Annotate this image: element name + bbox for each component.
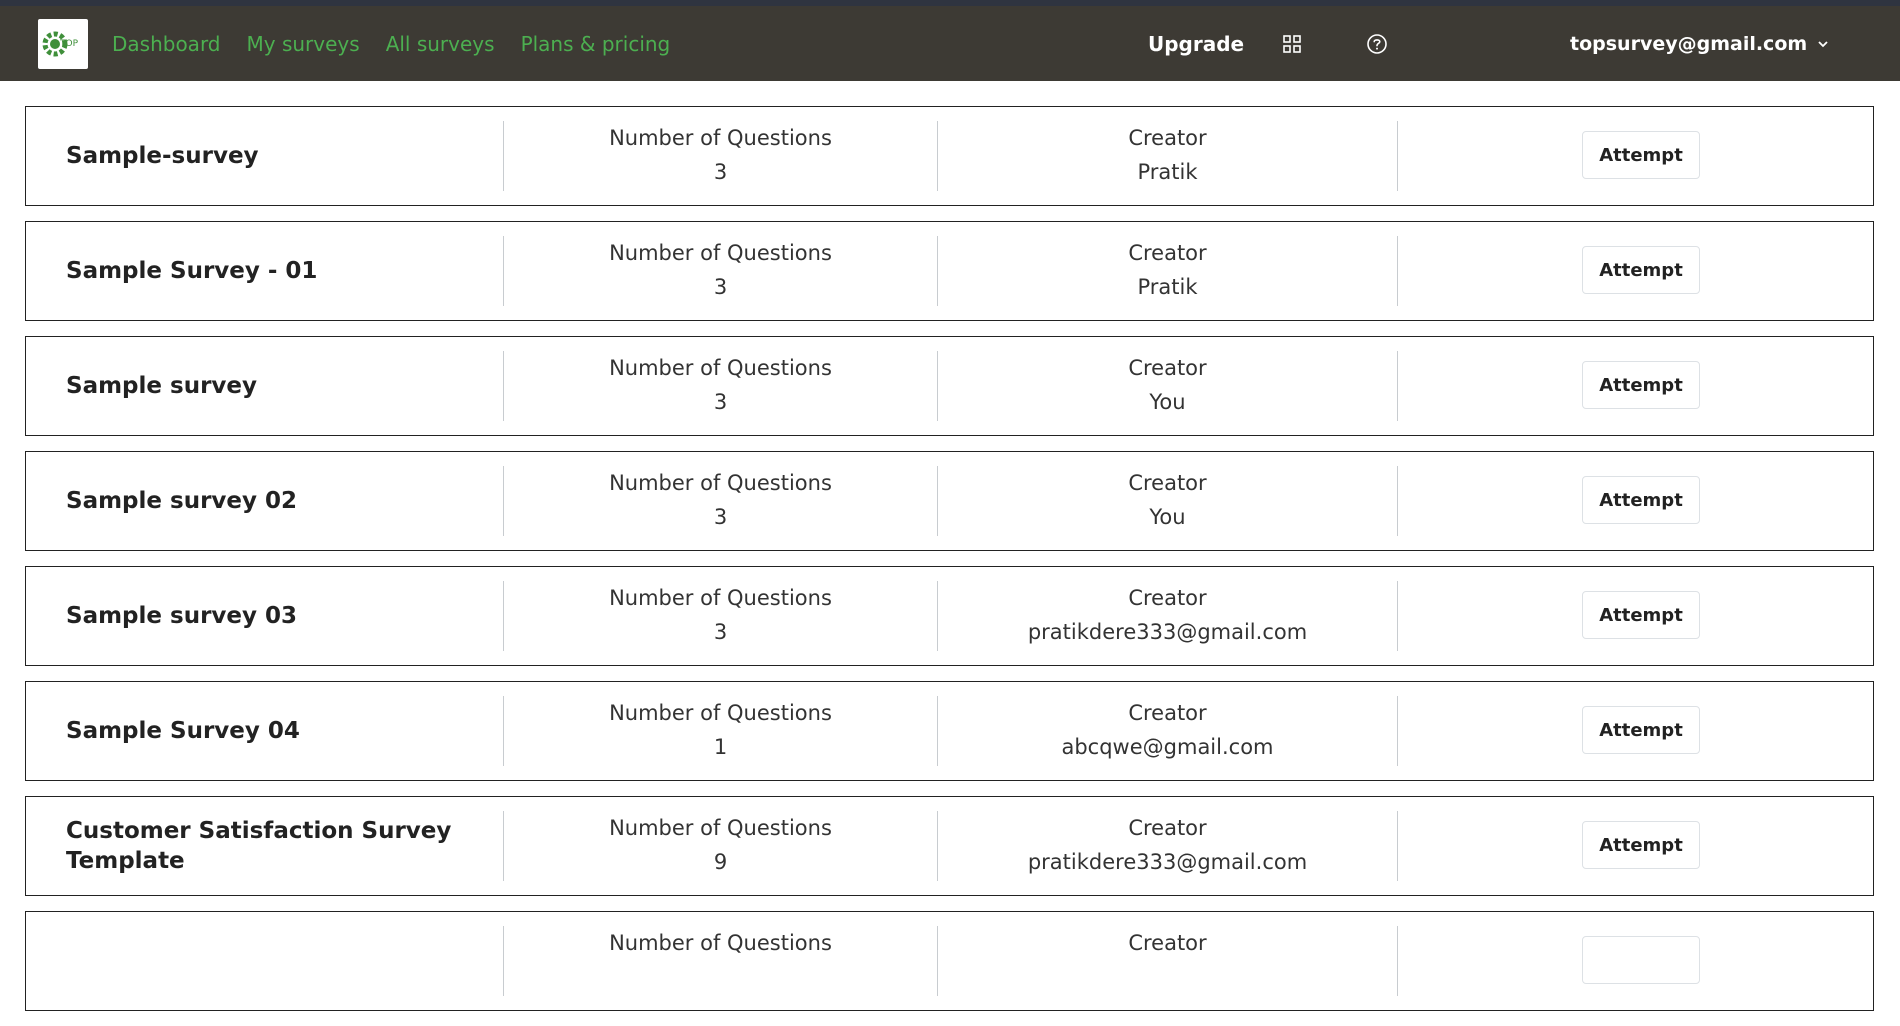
divider xyxy=(1397,581,1398,651)
questions-cell: Number of Questions 3 xyxy=(504,351,937,419)
nav-my-surveys[interactable]: My surveys xyxy=(247,32,360,56)
gear-logo-icon: TOP xyxy=(42,31,79,57)
survey-title: Sample survey 03 xyxy=(66,603,298,629)
attempt-button[interactable]: Attempt xyxy=(1582,476,1700,524)
creator-cell: Creator Pratik xyxy=(938,121,1397,189)
questions-label: Number of Questions xyxy=(609,701,832,725)
creator-label: Creator xyxy=(1128,701,1207,725)
questions-cell: Number of Questions 3 xyxy=(504,121,937,189)
questions-label: Number of Questions xyxy=(609,931,832,955)
questions-label: Number of Questions xyxy=(609,816,832,840)
survey-title: Sample-survey xyxy=(66,143,259,169)
creator-cell: Creator You xyxy=(938,466,1397,534)
creator-cell: Creator Pratik xyxy=(938,236,1397,304)
questions-cell: Number of Questions 3 xyxy=(504,236,937,304)
questions-label: Number of Questions xyxy=(609,356,832,380)
survey-title: Sample Survey - 01 xyxy=(66,258,318,284)
survey-card: Sample survey 02 Number of Questions 3 C… xyxy=(25,451,1874,551)
divider xyxy=(1397,466,1398,536)
apps-grid-icon[interactable] xyxy=(1282,6,1302,81)
creator-label: Creator xyxy=(1128,586,1207,610)
creator-value: pratikdere333@gmail.com xyxy=(1027,620,1308,644)
survey-title: Sample survey 02 xyxy=(66,488,298,514)
chevron-down-icon xyxy=(1818,40,1828,47)
questions-count: 1 xyxy=(713,735,728,759)
divider xyxy=(1397,121,1398,191)
questions-count: 3 xyxy=(713,505,728,529)
creator-label: Creator xyxy=(1128,356,1207,380)
questions-cell: Number of Questions 3 xyxy=(504,466,937,534)
creator-cell: Creator pratikdere333@gmail.com xyxy=(938,581,1397,649)
attempt-button[interactable]: Attempt xyxy=(1582,591,1700,639)
creator-cell: Creator You xyxy=(938,351,1397,419)
survey-title: Sample Survey 04 xyxy=(66,718,300,744)
survey-card: Sample-survey Number of Questions 3 Crea… xyxy=(25,106,1874,206)
creator-value: pratikdere333@gmail.com xyxy=(1027,850,1308,874)
creator-cell: Creator pratikdere333@gmail.com xyxy=(938,811,1397,879)
survey-card: Sample survey Number of Questions 3 Crea… xyxy=(25,336,1874,436)
questions-cell: Number of Questions 1 xyxy=(504,696,937,764)
account-menu[interactable]: topsurvey@gmail.com xyxy=(1570,6,1829,81)
questions-count: 3 xyxy=(713,620,728,644)
survey-card: Sample Survey 04 Number of Questions 1 C… xyxy=(25,681,1874,781)
attempt-button[interactable]: Attempt xyxy=(1582,361,1700,409)
questions-label: Number of Questions xyxy=(609,126,832,150)
creator-cell: Creator xyxy=(938,926,1397,960)
survey-card-partial: Number of Questions Creator xyxy=(25,911,1874,1011)
attempt-button[interactable]: Attempt xyxy=(1582,246,1700,294)
divider xyxy=(1397,926,1398,996)
main-nav: Dashboard My surveys All surveys Plans &… xyxy=(112,6,670,81)
creator-value: Pratik xyxy=(1137,275,1198,299)
questions-count: 3 xyxy=(713,160,728,184)
logo-text: TOP xyxy=(59,39,79,49)
divider xyxy=(1397,811,1398,881)
attempt-button[interactable] xyxy=(1582,936,1700,984)
creator-label: Creator xyxy=(1128,126,1207,150)
creator-label: Creator xyxy=(1128,931,1207,955)
nav-dashboard[interactable]: Dashboard xyxy=(112,32,221,56)
questions-label: Number of Questions xyxy=(609,586,832,610)
account-email: topsurvey@gmail.com xyxy=(1570,32,1808,55)
survey-list: Sample-survey Number of Questions 3 Crea… xyxy=(25,106,1874,1026)
questions-count: 9 xyxy=(713,850,728,874)
questions-count: 3 xyxy=(713,275,728,299)
divider xyxy=(1397,236,1398,306)
survey-title: Customer Satisfaction Survey Template xyxy=(66,818,452,874)
attempt-button[interactable]: Attempt xyxy=(1582,821,1700,869)
top-navbar: TOP Dashboard My surveys All surveys Pla… xyxy=(0,6,1900,81)
creator-label: Creator xyxy=(1128,816,1207,840)
questions-count: 3 xyxy=(713,390,728,414)
creator-value: abcqwe@gmail.com xyxy=(1061,735,1274,759)
creator-value: You xyxy=(1149,390,1186,414)
creator-cell: Creator abcqwe@gmail.com xyxy=(938,696,1397,764)
questions-cell: Number of Questions 3 xyxy=(504,581,937,649)
divider xyxy=(1397,696,1398,766)
help-icon[interactable] xyxy=(1366,6,1388,81)
nav-plans-pricing[interactable]: Plans & pricing xyxy=(521,32,671,56)
attempt-button[interactable]: Attempt xyxy=(1582,131,1700,179)
creator-label: Creator xyxy=(1128,241,1207,265)
survey-card: Sample Survey - 01 Number of Questions 3… xyxy=(25,221,1874,321)
survey-card: Customer Satisfaction Survey Template Nu… xyxy=(25,796,1874,896)
divider xyxy=(1397,351,1398,421)
questions-cell: Number of Questions 9 xyxy=(504,811,937,879)
upgrade-link[interactable]: Upgrade xyxy=(1148,6,1244,81)
survey-title xyxy=(66,912,466,1010)
questions-label: Number of Questions xyxy=(609,471,832,495)
survey-card: Sample survey 03 Number of Questions 3 C… xyxy=(25,566,1874,666)
creator-value: You xyxy=(1149,505,1186,529)
nav-all-surveys[interactable]: All surveys xyxy=(386,32,495,56)
creator-label: Creator xyxy=(1128,471,1207,495)
questions-cell: Number of Questions xyxy=(504,926,937,960)
questions-label: Number of Questions xyxy=(609,241,832,265)
survey-title: Sample survey xyxy=(66,373,257,399)
app-logo[interactable]: TOP xyxy=(38,19,88,69)
attempt-button[interactable]: Attempt xyxy=(1582,706,1700,754)
creator-value: Pratik xyxy=(1137,160,1198,184)
